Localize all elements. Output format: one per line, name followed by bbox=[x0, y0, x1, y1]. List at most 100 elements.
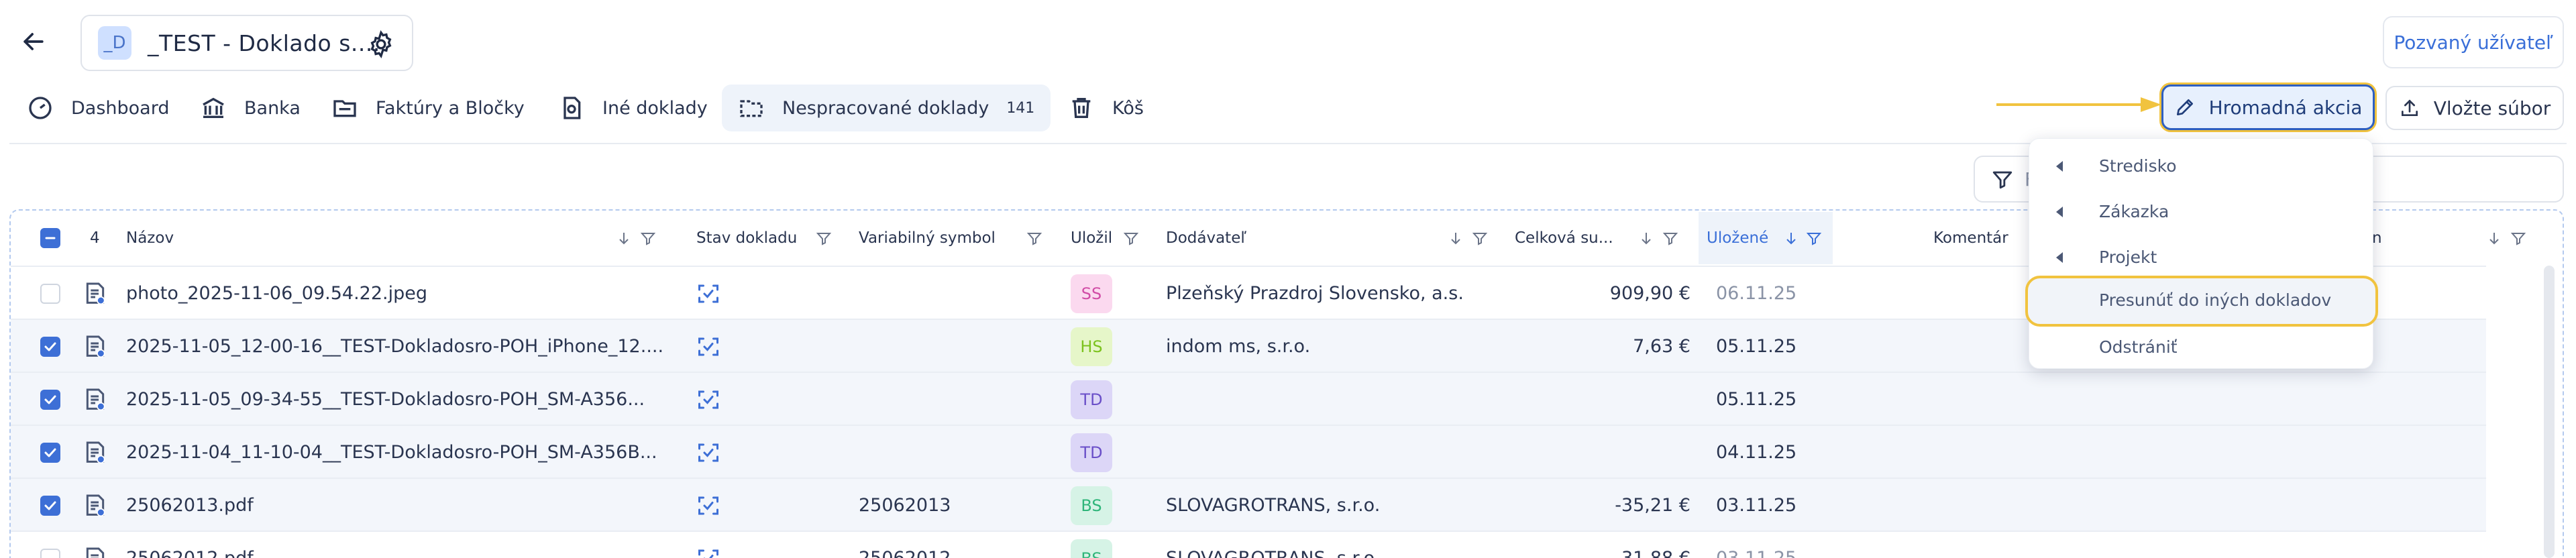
column-label: Variabilný symbol bbox=[859, 229, 996, 247]
total-amount bbox=[1515, 373, 1690, 426]
column-filter-icon[interactable] bbox=[816, 230, 832, 246]
row-checkbox[interactable] bbox=[40, 479, 60, 532]
column-filter-icon[interactable] bbox=[2510, 230, 2526, 246]
sort-arrow-icon[interactable] bbox=[1638, 230, 1654, 246]
saved-date: 05.11.25 bbox=[1716, 389, 1797, 410]
row-checkbox[interactable] bbox=[40, 426, 60, 479]
saved-by-avatar: BS bbox=[1071, 479, 1112, 532]
tab-label: Banka bbox=[244, 97, 301, 119]
file-icon bbox=[82, 479, 109, 532]
total-amount: 909,90 € bbox=[1609, 283, 1690, 304]
caret-left-icon bbox=[2053, 158, 2065, 173]
saved-date: 03.11.25 bbox=[1716, 495, 1797, 516]
column-extra[interactable]: n bbox=[2372, 212, 2553, 264]
caret-left-icon bbox=[2053, 204, 2065, 219]
invited-users-button[interactable]: Pozvaný užívateľ bbox=[2383, 16, 2564, 68]
menu-item-delete[interactable]: Odstrániť bbox=[2029, 324, 2373, 370]
tab-other-docs[interactable]: Iné doklady bbox=[558, 85, 708, 131]
supplier-name bbox=[1166, 426, 1501, 479]
tab-label: Dashboard bbox=[71, 97, 170, 119]
project-selector[interactable]: _D _TEST - Doklado s.... bbox=[80, 15, 413, 71]
saved-by-avatar: HS bbox=[1071, 320, 1112, 373]
document-status-icon[interactable] bbox=[696, 267, 720, 320]
sort-arrow-icon[interactable] bbox=[616, 230, 632, 246]
table-row[interactable]: 25062012.pdf 25062012 BS SLOVAGROTRANS, … bbox=[11, 531, 2486, 558]
file-name[interactable]: 2025-11-05_09-34-55__TEST-Dokladosro-POH… bbox=[126, 373, 676, 426]
table-scrollbar[interactable] bbox=[2544, 266, 2555, 558]
variable-symbol bbox=[859, 320, 1046, 373]
column-supplier[interactable]: Dodávateľ bbox=[1166, 212, 1501, 264]
column-filter-icon[interactable] bbox=[640, 230, 656, 246]
column-total[interactable]: Celková su... bbox=[1515, 212, 1696, 264]
menu-item-projekt[interactable]: Projekt bbox=[2029, 234, 2373, 280]
project-name: _TEST - Doklado s.... bbox=[148, 30, 380, 56]
tab-label: Iné doklady bbox=[602, 97, 708, 119]
select-all-checkbox[interactable] bbox=[40, 212, 60, 264]
column-filter-icon[interactable] bbox=[1662, 230, 1678, 246]
saved-date: 04.11.25 bbox=[1716, 442, 1797, 463]
tab-unprocessed[interactable]: Nespracované doklady 141 bbox=[722, 85, 1051, 131]
document-status-icon[interactable] bbox=[696, 532, 720, 558]
column-label: Dodávateľ bbox=[1166, 229, 1246, 247]
bank-icon bbox=[200, 95, 227, 121]
document-status-icon[interactable] bbox=[696, 373, 720, 426]
menu-item-zakazka[interactable]: Zákazka bbox=[2029, 188, 2373, 234]
tab-bank[interactable]: Banka bbox=[200, 85, 301, 131]
file-name[interactable]: photo_2025-11-06_09.54.22.jpeg bbox=[126, 267, 676, 320]
tab-label: Nespracované doklady bbox=[782, 97, 989, 119]
document-status-icon[interactable] bbox=[696, 426, 720, 479]
filter-icon bbox=[1991, 168, 2014, 190]
total-amount: 7,63 € bbox=[1633, 336, 1690, 357]
gear-icon[interactable] bbox=[366, 30, 396, 59]
supplier-name: SLOVAGROTRANS, s.r.o. bbox=[1166, 532, 1501, 558]
trash-icon bbox=[1068, 95, 1095, 121]
column-status[interactable]: Stav dokladu bbox=[696, 212, 844, 264]
saved-by-avatar: TD bbox=[1071, 426, 1112, 479]
bulk-action-button[interactable]: Hromadná akcia bbox=[2161, 85, 2375, 130]
column-label: Uložil bbox=[1071, 229, 1113, 247]
sort-arrow-icon[interactable] bbox=[2486, 230, 2502, 246]
document-status-icon[interactable] bbox=[696, 320, 720, 373]
table-row[interactable]: 2025-11-04_11-10-04__TEST-Dokladosro-POH… bbox=[11, 425, 2486, 478]
file-name[interactable]: 2025-11-05_12-00-16__TEST-Dokladosro-POH… bbox=[126, 320, 676, 373]
row-checkbox[interactable] bbox=[40, 320, 60, 373]
project-avatar: _D bbox=[98, 26, 131, 60]
variable-symbol: 25062013 bbox=[859, 495, 951, 516]
menu-item-stredisko[interactable]: Stredisko bbox=[2029, 143, 2373, 188]
unprocessed-icon bbox=[738, 95, 765, 121]
column-saved-by[interactable]: Uložil bbox=[1071, 212, 1151, 264]
upload-label: Vložte súbor bbox=[2433, 97, 2551, 119]
file-name[interactable]: 2025-11-04_11-10-04__TEST-Dokladosro-POH… bbox=[126, 426, 676, 479]
menu-item-label: Projekt bbox=[2099, 247, 2157, 267]
selected-count: 4 bbox=[90, 229, 100, 247]
row-checkbox[interactable] bbox=[40, 373, 60, 426]
row-checkbox[interactable] bbox=[40, 532, 60, 558]
sort-arrow-icon[interactable] bbox=[1448, 230, 1464, 246]
column-variable-symbol[interactable]: Variabilný symbol bbox=[859, 212, 1060, 264]
column-filter-icon[interactable] bbox=[1123, 230, 1139, 246]
column-filter-icon[interactable] bbox=[1026, 230, 1042, 246]
menu-item-label: Presunúť do iných dokladov bbox=[2099, 290, 2332, 310]
back-arrow-icon[interactable] bbox=[19, 27, 48, 56]
tab-trash[interactable]: Kôš bbox=[1068, 85, 1144, 131]
column-filter-icon[interactable] bbox=[1806, 230, 1822, 246]
upload-file-button[interactable]: Vložte súbor bbox=[2385, 86, 2564, 130]
total-amount bbox=[1515, 426, 1690, 479]
tab-invoices[interactable]: Faktúry a Bločky bbox=[331, 85, 525, 131]
file-name[interactable]: 25062012.pdf bbox=[126, 532, 676, 558]
table-row[interactable]: 25062013.pdf 25062013 BS SLOVAGROTRANS, … bbox=[11, 478, 2486, 531]
column-filter-icon[interactable] bbox=[1472, 230, 1488, 246]
file-name[interactable]: 25062013.pdf bbox=[126, 479, 676, 532]
document-status-icon[interactable] bbox=[696, 479, 720, 532]
table-row[interactable]: 2025-11-05_09-34-55__TEST-Dokladosro-POH… bbox=[11, 372, 2486, 425]
tab-dashboard[interactable]: Dashboard bbox=[27, 85, 169, 131]
column-label: Uložené bbox=[1707, 229, 1769, 247]
variable-symbol: 25062012 bbox=[859, 532, 1046, 558]
sort-arrow-icon[interactable] bbox=[1783, 230, 1799, 246]
menu-item-move-to-other-docs[interactable]: Presunúť do iných dokladov bbox=[2025, 276, 2378, 327]
file-icon bbox=[82, 320, 109, 373]
column-saved[interactable]: Uložené bbox=[1699, 212, 1833, 264]
column-name[interactable]: Názov bbox=[126, 212, 663, 264]
row-checkbox[interactable] bbox=[40, 267, 60, 320]
tab-label: Faktúry a Bločky bbox=[376, 97, 525, 119]
